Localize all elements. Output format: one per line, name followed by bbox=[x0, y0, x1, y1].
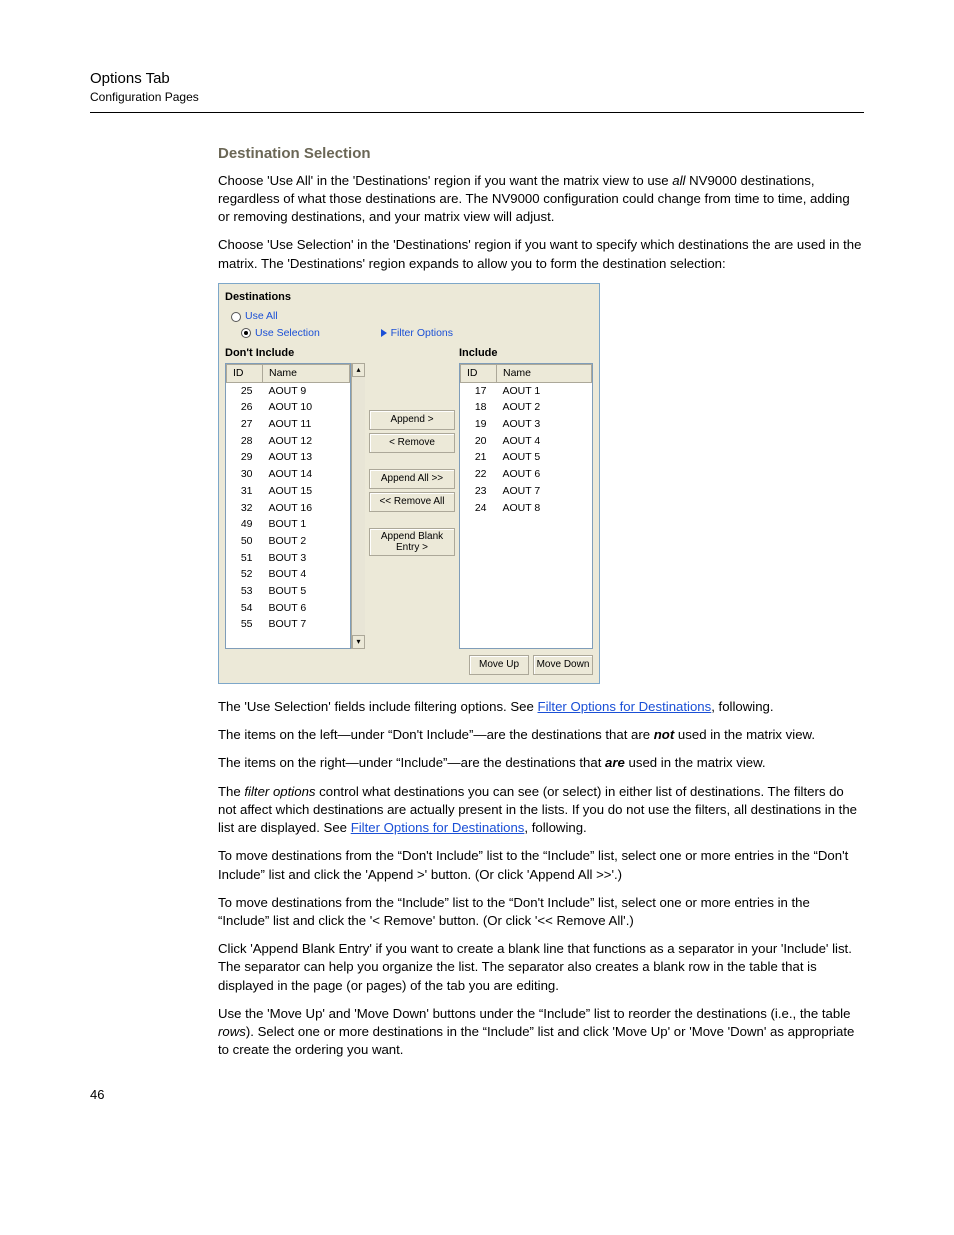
table-row[interactable]: 30AOUT 14 bbox=[227, 466, 350, 483]
paragraph: Use the 'Move Up' and 'Move Down' button… bbox=[218, 1005, 864, 1060]
radio-use-all[interactable]: Use All bbox=[231, 309, 593, 324]
table-row[interactable]: 17AOUT 1 bbox=[461, 382, 592, 399]
paragraph: To move destinations from the “Don't Inc… bbox=[218, 847, 864, 883]
section-heading: Destination Selection bbox=[218, 143, 864, 164]
paragraph: Click 'Append Blank Entry' if you want t… bbox=[218, 940, 864, 995]
table-row[interactable]: 55BOUT 7 bbox=[227, 616, 350, 633]
reorder-buttons: Move Up Move Down bbox=[225, 655, 593, 675]
page-content: Destination Selection Choose 'Use All' i… bbox=[218, 143, 864, 1060]
append-button[interactable]: Append > bbox=[369, 410, 455, 430]
expand-icon bbox=[381, 329, 387, 337]
paragraph: The filter options control what destinat… bbox=[218, 783, 864, 838]
include-label: Include bbox=[459, 346, 593, 361]
col-id[interactable]: ID bbox=[461, 365, 497, 383]
dont-include-label: Don't Include bbox=[225, 346, 365, 361]
col-id[interactable]: ID bbox=[227, 365, 263, 383]
table-row[interactable]: 23AOUT 7 bbox=[461, 483, 592, 500]
table-row[interactable]: 32AOUT 16 bbox=[227, 500, 350, 517]
table-row[interactable]: 31AOUT 15 bbox=[227, 483, 350, 500]
dont-include-column: Don't Include IDName 25AOUT 926AOUT 1027… bbox=[225, 346, 365, 649]
paragraph: To move destinations from the “Include” … bbox=[218, 894, 864, 930]
filter-options-link[interactable]: Filter Options for Destinations bbox=[351, 820, 525, 835]
page-number: 46 bbox=[90, 1086, 864, 1104]
table-row[interactable]: 54BOUT 6 bbox=[227, 600, 350, 617]
destinations-panel: Destinations Use All Use Selection Filte… bbox=[218, 283, 600, 684]
scroll-up-icon[interactable]: ▴ bbox=[352, 363, 365, 377]
radio-use-selection[interactable]: Use Selection bbox=[241, 326, 320, 341]
paragraph: The items on the left—under “Don't Inclu… bbox=[218, 726, 864, 744]
table-row[interactable]: 49BOUT 1 bbox=[227, 516, 350, 533]
table-row[interactable]: 27AOUT 11 bbox=[227, 416, 350, 433]
table-row[interactable]: 18AOUT 2 bbox=[461, 399, 592, 416]
paragraph: The items on the right—under “Include”—a… bbox=[218, 754, 864, 772]
table-row[interactable]: 53BOUT 5 bbox=[227, 583, 350, 600]
table-row[interactable]: 50BOUT 2 bbox=[227, 533, 350, 550]
include-list[interactable]: IDName 17AOUT 118AOUT 219AOUT 320AOUT 42… bbox=[459, 363, 593, 649]
table-row[interactable]: 25AOUT 9 bbox=[227, 382, 350, 399]
header-title: Options Tab bbox=[90, 68, 864, 89]
table-row[interactable]: 28AOUT 12 bbox=[227, 433, 350, 450]
filter-options-toggle[interactable]: Filter Options bbox=[381, 326, 453, 341]
scrollbar[interactable]: ▴ ▾ bbox=[351, 363, 365, 649]
page-header: Options Tab Configuration Pages bbox=[90, 68, 864, 113]
col-name[interactable]: Name bbox=[497, 365, 592, 383]
transfer-buttons: Append > < Remove Append All >> << Remov… bbox=[365, 346, 459, 649]
header-subtitle: Configuration Pages bbox=[90, 89, 864, 106]
append-blank-button[interactable]: Append Blank Entry > bbox=[369, 528, 455, 556]
dont-include-list[interactable]: IDName 25AOUT 926AOUT 1027AOUT 1128AOUT … bbox=[225, 363, 351, 649]
move-up-button[interactable]: Move Up bbox=[469, 655, 529, 675]
paragraph: Choose 'Use Selection' in the 'Destinati… bbox=[218, 236, 864, 272]
col-name[interactable]: Name bbox=[263, 365, 350, 383]
include-column: Include IDName 17AOUT 118AOUT 219AOUT 32… bbox=[459, 346, 593, 649]
remove-all-button[interactable]: << Remove All bbox=[369, 492, 455, 512]
table-row[interactable]: 19AOUT 3 bbox=[461, 416, 592, 433]
append-all-button[interactable]: Append All >> bbox=[369, 469, 455, 489]
table-row[interactable]: 21AOUT 5 bbox=[461, 449, 592, 466]
table-row[interactable]: 26AOUT 10 bbox=[227, 399, 350, 416]
panel-title: Destinations bbox=[225, 290, 593, 305]
table-row[interactable]: 51BOUT 3 bbox=[227, 550, 350, 567]
table-row[interactable]: 52BOUT 4 bbox=[227, 566, 350, 583]
paragraph: The 'Use Selection' fields include filte… bbox=[218, 698, 864, 716]
table-row[interactable]: 24AOUT 8 bbox=[461, 500, 592, 517]
table-row[interactable]: 29AOUT 13 bbox=[227, 449, 350, 466]
paragraph: Choose 'Use All' in the 'Destinations' r… bbox=[218, 172, 864, 227]
table-row[interactable]: 20AOUT 4 bbox=[461, 433, 592, 450]
filter-options-link[interactable]: Filter Options for Destinations bbox=[538, 699, 712, 714]
table-row[interactable]: 22AOUT 6 bbox=[461, 466, 592, 483]
remove-button[interactable]: < Remove bbox=[369, 433, 455, 453]
move-down-button[interactable]: Move Down bbox=[533, 655, 593, 675]
scroll-down-icon[interactable]: ▾ bbox=[352, 635, 365, 649]
